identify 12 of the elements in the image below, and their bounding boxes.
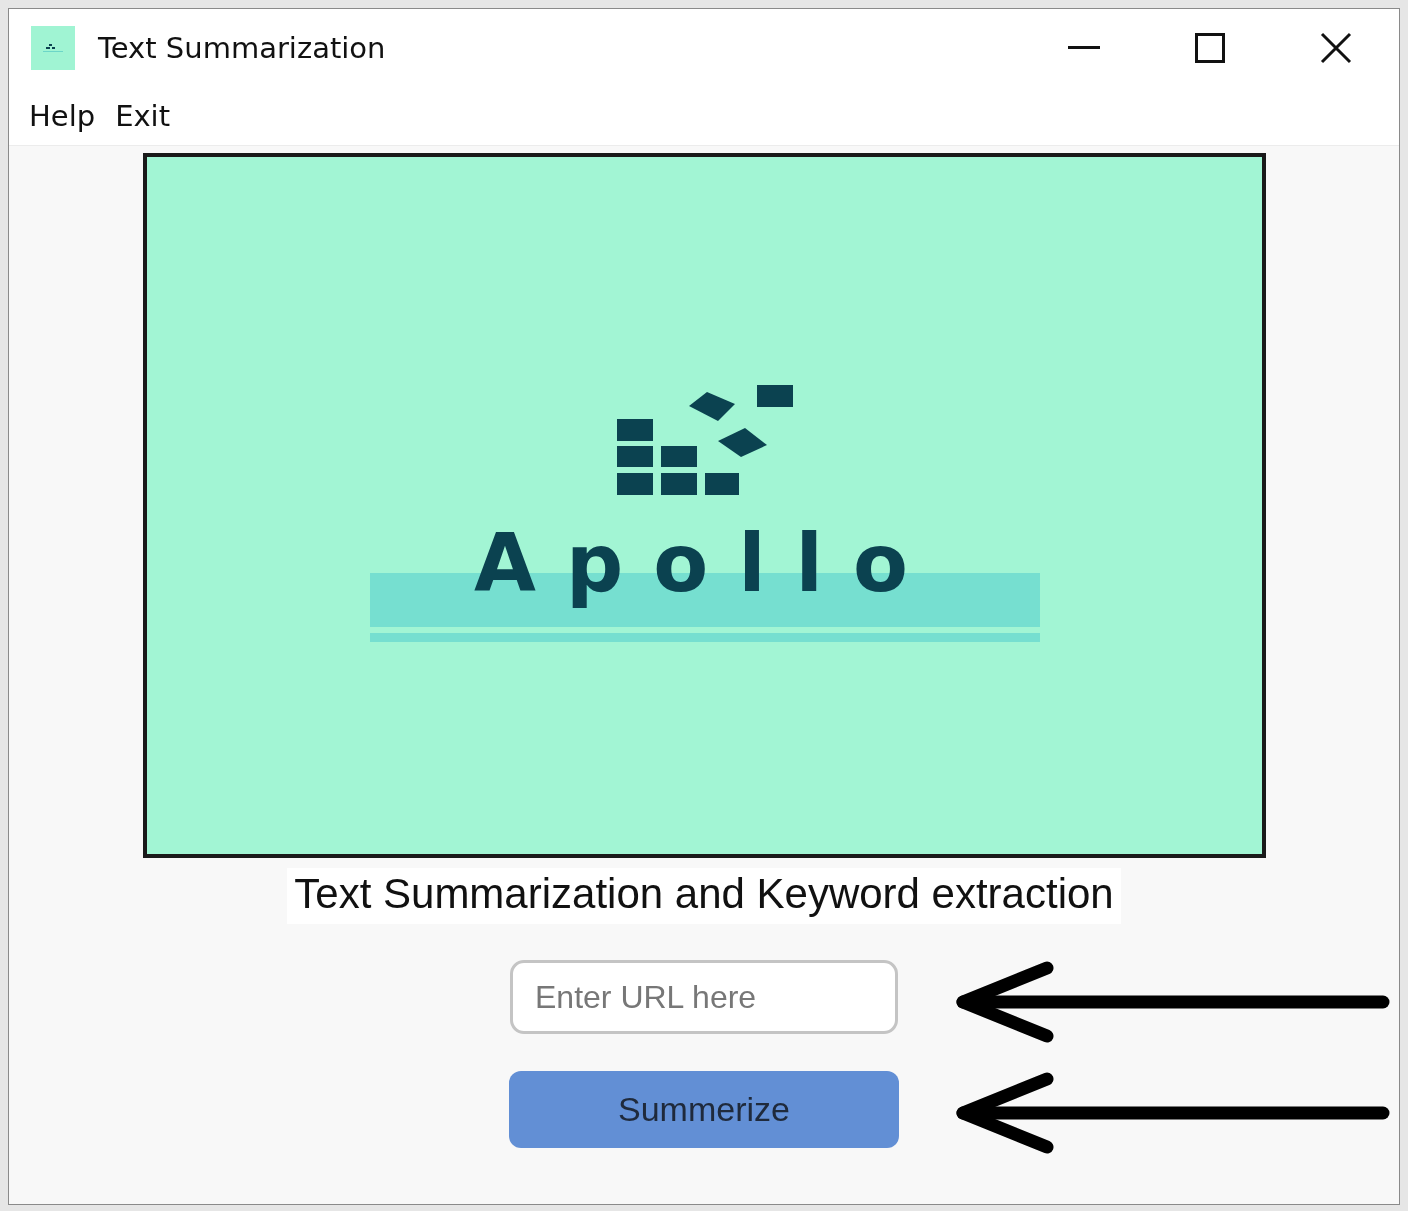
caption-text: Text Summarization and Keyword extraction — [287, 868, 1121, 924]
close-icon — [1320, 31, 1352, 64]
menu-item[interactable]: Help — [29, 98, 116, 133]
maximize-icon — [1195, 32, 1225, 63]
blocks-icon — [616, 385, 793, 495]
menu-item[interactable]: Exit — [115, 98, 191, 133]
minimize-icon — [1068, 45, 1100, 50]
window-title: Text Summarization — [98, 30, 387, 65]
app-icon — [31, 25, 75, 70]
summarize-button[interactable]: Summerize — [509, 1071, 899, 1148]
url-field[interactable]: Enter URL here — [510, 960, 898, 1034]
logo-text: Apollo — [473, 517, 938, 610]
